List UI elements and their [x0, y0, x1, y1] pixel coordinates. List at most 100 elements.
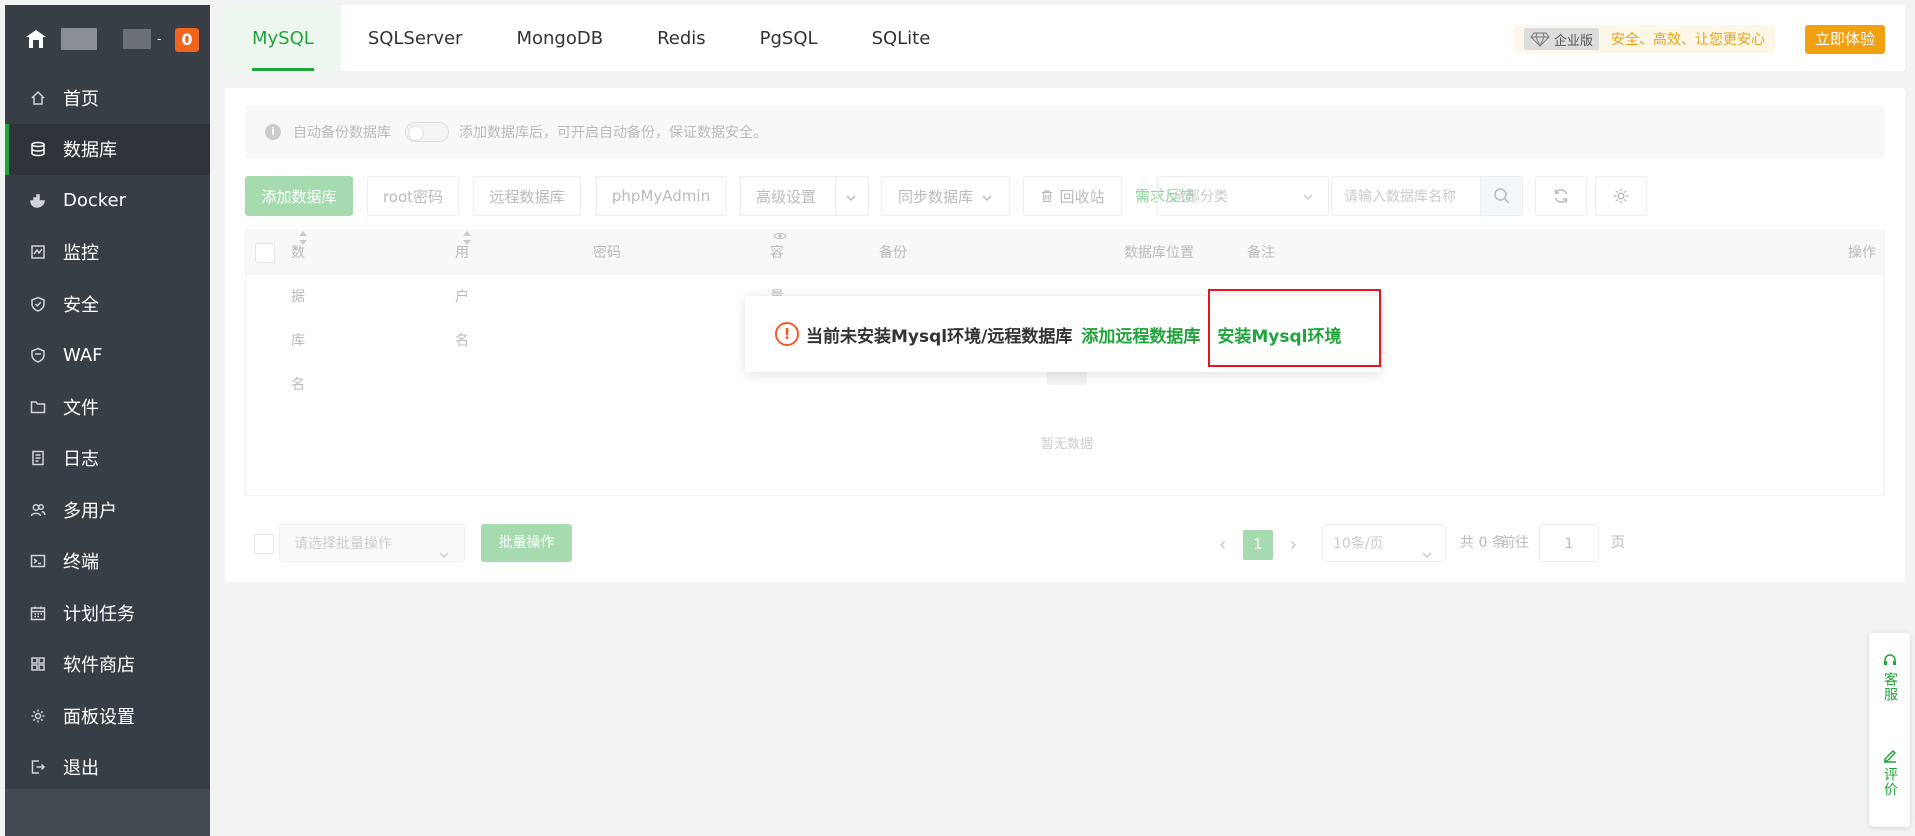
search-input[interactable]: 请输入数据库名称 [1332, 186, 1480, 206]
settings-button[interactable] [1595, 176, 1647, 216]
sidebar-item-logs[interactable]: 日志 [5, 433, 210, 485]
sidebar-item-security[interactable]: 安全 [5, 278, 210, 330]
calendar-icon [30, 605, 46, 621]
gear-icon [30, 708, 46, 724]
batch-operation-select[interactable]: 请选择批量操作 [279, 524, 465, 562]
sidebar: - 0 首页 数据库 Docker 监控 安全 WAF 文件 日志 多用户 终端… [5, 5, 210, 836]
goto-page-input[interactable]: 1 [1539, 524, 1599, 562]
next-page-button[interactable] [1278, 530, 1308, 560]
select-all-checkbox-footer[interactable] [254, 534, 274, 554]
search-button[interactable] [1480, 177, 1522, 215]
customer-service-button[interactable]: 客服 [1869, 653, 1910, 702]
refresh-button[interactable] [1535, 176, 1587, 216]
tab-mysql[interactable]: MySQL [225, 5, 341, 71]
sidebar-item-waf[interactable]: WAF [5, 330, 210, 382]
chevron-down-icon [981, 190, 993, 202]
sidebar-item-logout[interactable]: 退出 [5, 742, 210, 794]
sidebar-item-label: 终端 [63, 552, 99, 574]
sidebar-item-files[interactable]: 文件 [5, 381, 210, 433]
col-username-label: 用户名 [455, 245, 469, 349]
batch-operation-placeholder: 请选择批量操作 [294, 536, 392, 552]
sidebar-item-label: 退出 [63, 758, 99, 780]
monitor-icon [30, 244, 46, 260]
sidebar-item-label: 监控 [63, 243, 99, 265]
sidebar-item-label: 安全 [63, 294, 99, 316]
sidebar-item-label: 日志 [63, 449, 99, 471]
col-actions: 操作 [1848, 245, 1876, 261]
advanced-settings-label: 高级设置 [756, 187, 817, 206]
recycle-bin-button[interactable]: 回收站 [1023, 176, 1122, 216]
tab-sqlserver[interactable]: SQLServer [341, 5, 490, 71]
col-password: 密码 [593, 245, 621, 261]
search-icon [1493, 188, 1510, 204]
waf-shield-icon [30, 347, 46, 364]
sidebar-item-home[interactable]: 首页 [5, 72, 210, 124]
enterprise-tag-label: 企业版 [1553, 33, 1593, 49]
terminal-icon [30, 553, 46, 569]
sidebar-item-label: 多用户 [63, 500, 117, 522]
sidebar-item-monitor[interactable]: 监控 [5, 227, 210, 279]
remote-database-button[interactable]: 远程数据库 [473, 176, 581, 216]
sidebar-item-label: 面板设置 [63, 706, 135, 728]
review-button[interactable]: 评价 [1869, 748, 1910, 797]
sidebar-menu: 首页 数据库 Docker 监控 安全 WAF 文件 日志 多用户 终端 计划任… [5, 72, 210, 793]
root-password-button[interactable]: root密码 [367, 176, 459, 216]
sidebar-item-settings[interactable]: 面板设置 [5, 690, 210, 742]
prev-page-button[interactable] [1208, 530, 1238, 560]
table-header: 数据库名 用户名 密码 容量 备份 数据库位置 备注 操作 [246, 231, 1884, 393]
tab-sqlite[interactable]: SQLite [845, 5, 958, 71]
tab-pgsql[interactable]: PgSQL [733, 5, 845, 71]
server-ip-redacted [123, 28, 151, 49]
server-name-redacted [61, 27, 97, 50]
sidebar-item-docker[interactable]: Docker [5, 175, 210, 227]
sort-icon [463, 231, 471, 245]
highlight-box [1208, 289, 1381, 367]
add-database-button[interactable]: 添加数据库 [245, 176, 353, 216]
sync-database-dropdown[interactable]: 同步数据库 [881, 176, 1010, 216]
col-backup: 备份 [879, 245, 907, 261]
sidebar-item-multiuser[interactable]: 多用户 [5, 484, 210, 536]
category-select[interactable]: 全部分类 [1157, 176, 1329, 216]
auto-backup-hint: 添加数据库后，可开启自动备份，保证数据安全。 [459, 125, 767, 141]
enterprise-slogan: 安全、高效、让您更安心 [1611, 32, 1765, 48]
try-now-button[interactable]: 立即体验 [1804, 25, 1885, 54]
phpmyadmin-button[interactable]: phpMyAdmin [596, 176, 726, 216]
trash-icon [1042, 190, 1053, 203]
table-footer: 请选择批量操作 批量操作 1 10条/页 共 0 条 前往 1 页 [245, 524, 1885, 564]
auto-backup-label: 自动备份数据库 [293, 125, 391, 141]
empty-state-text: 暂无数据 [1040, 437, 1093, 452]
folder-icon [30, 399, 46, 415]
auto-backup-toggle[interactable] [405, 122, 449, 142]
notification-badge[interactable]: 0 [175, 28, 199, 52]
diamond-icon [1530, 32, 1550, 47]
tab-redis[interactable]: Redis [630, 5, 733, 71]
headset-icon [1883, 654, 1896, 665]
select-all-checkbox[interactable] [255, 243, 275, 263]
sidebar-item-store[interactable]: 软件商店 [5, 639, 210, 691]
enterprise-tag: 企业版 [1523, 28, 1599, 50]
docker-icon [30, 193, 46, 209]
page-size-select[interactable]: 10条/页 [1322, 524, 1446, 562]
chevron-down-icon [1302, 191, 1314, 203]
sidebar-collapse-area[interactable] [5, 789, 210, 836]
sidebar-item-cron[interactable]: 计划任务 [5, 587, 210, 639]
database-icon [30, 141, 46, 157]
sidebar-item-database[interactable]: 数据库 [5, 123, 210, 175]
page-number-current[interactable]: 1 [1243, 530, 1273, 560]
batch-operation-button[interactable]: 批量操作 [481, 524, 572, 562]
header-dash: - [157, 31, 162, 46]
sidebar-item-label: WAF [63, 344, 103, 366]
sidebar-item-terminal[interactable]: 终端 [5, 536, 210, 588]
col-username[interactable]: 用户名 [455, 231, 471, 349]
edit-icon [1883, 750, 1896, 763]
add-remote-database-link[interactable]: 添加远程数据库 [1081, 322, 1200, 347]
apps-icon [30, 656, 46, 672]
chevron-down-icon [438, 538, 450, 559]
tab-mongodb[interactable]: MongoDB [489, 5, 630, 71]
total-count: 共 0 条 [1460, 535, 1506, 551]
enterprise-banner[interactable]: 企业版 安全、高效、让您更安心 [1513, 25, 1775, 53]
page-unit-label: 页 [1611, 535, 1625, 551]
advanced-settings-dropdown[interactable]: 高级设置 [740, 176, 869, 216]
search-box[interactable]: 请输入数据库名称 [1331, 176, 1523, 216]
col-database-name[interactable]: 数据库名 [291, 231, 307, 393]
